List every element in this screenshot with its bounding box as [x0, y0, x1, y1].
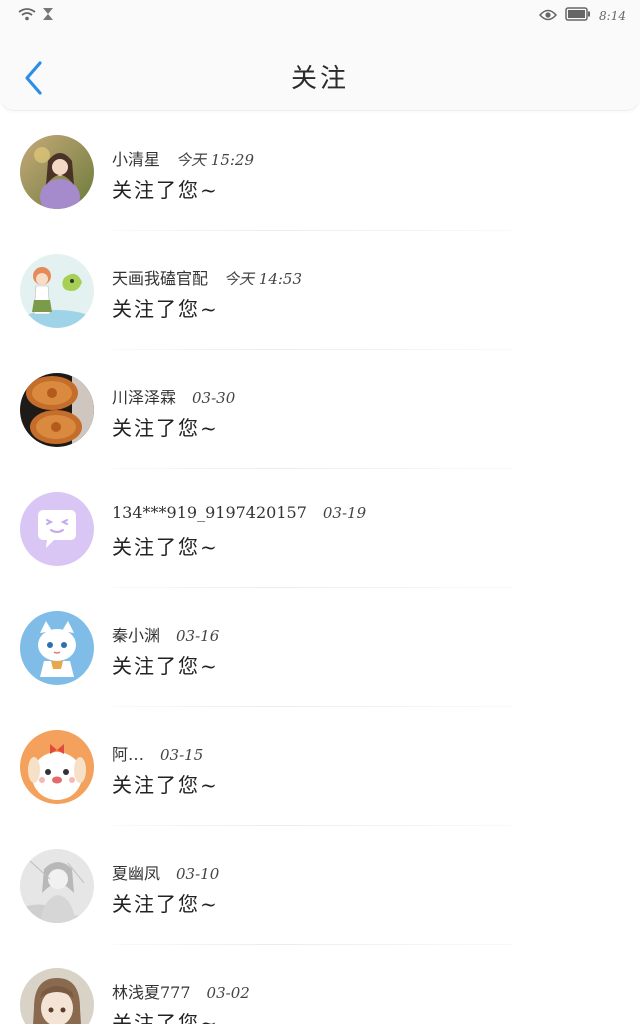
- avatar[interactable]: [20, 254, 94, 328]
- follow-list: 小清星 今天 15:29 关注了您~ 天画我磕官配 今天 14:53 关注了您~…: [0, 112, 640, 1024]
- user-name[interactable]: 阿…: [112, 741, 144, 765]
- follow-time: 03-19: [322, 504, 367, 522]
- user-name[interactable]: 秦小渊: [112, 622, 160, 646]
- list-item[interactable]: 天画我磕官配 今天 14:53 关注了您~: [0, 231, 640, 350]
- user-name[interactable]: 天画我磕官配: [112, 265, 208, 289]
- list-item[interactable]: 秦小渊 03-16 关注了您~: [0, 588, 640, 707]
- follow-time: 03-15: [160, 746, 204, 764]
- list-item[interactable]: 小清星 今天 15:29 关注了您~: [0, 112, 640, 231]
- avatar[interactable]: [20, 730, 94, 804]
- follow-message: 关注了您~: [112, 535, 219, 559]
- user-name[interactable]: 林浅夏777: [112, 979, 191, 1003]
- follow-time: 03-10: [176, 865, 220, 883]
- follow-time: 03-02: [206, 984, 250, 1002]
- follow-time: 03-30: [192, 389, 236, 407]
- follow-time: 03-16: [176, 627, 220, 645]
- avatar[interactable]: [20, 611, 94, 685]
- follow-message: 关注了您~: [112, 773, 219, 797]
- list-item[interactable]: 134***919_9197420157 03-19 关注了您~: [0, 469, 640, 588]
- follow-message: 关注了您~: [112, 892, 219, 916]
- follow-message: 关注了您~: [112, 1011, 219, 1024]
- wifi-icon: [18, 6, 36, 25]
- follow-time: 今天 15:29: [176, 151, 255, 169]
- avatar[interactable]: [20, 849, 94, 923]
- page-title: 关注: [290, 64, 349, 94]
- hourglass-icon: [42, 6, 54, 25]
- avatar[interactable]: [20, 968, 94, 1024]
- follow-message: 关注了您~: [112, 416, 219, 440]
- follow-time: 今天 14:53: [224, 270, 303, 288]
- top-bar: 8:14 关注: [0, 0, 640, 111]
- follow-notifications-screen: 8:14 关注 小清星 今天 15:29 关注了您~ 天画我磕官配 今天 14:…: [0, 0, 640, 1024]
- user-name[interactable]: 夏幽凤: [112, 860, 160, 884]
- list-item[interactable]: 夏幽凤 03-10 关注了您~: [0, 826, 640, 945]
- user-name[interactable]: 川泽泽霖: [112, 384, 176, 408]
- status-bar: 8:14: [0, 0, 640, 30]
- list-item[interactable]: 川泽泽霖 03-30 关注了您~: [0, 350, 640, 469]
- battery-icon: [565, 6, 591, 25]
- list-item[interactable]: 林浅夏777 03-02 关注了您~: [0, 945, 640, 1024]
- follow-message: 关注了您~: [112, 297, 219, 321]
- follow-message: 关注了您~: [112, 178, 219, 202]
- list-item[interactable]: 阿… 03-15 关注了您~: [0, 707, 640, 826]
- eye-icon: [539, 6, 558, 25]
- avatar[interactable]: [20, 492, 94, 566]
- avatar[interactable]: [20, 373, 94, 447]
- user-name[interactable]: 小清星: [112, 146, 160, 170]
- follow-message: 关注了您~: [112, 654, 219, 678]
- avatar[interactable]: [20, 135, 94, 209]
- status-time: 8:14: [599, 8, 626, 23]
- user-name[interactable]: 134***919_9197420157: [112, 503, 307, 522]
